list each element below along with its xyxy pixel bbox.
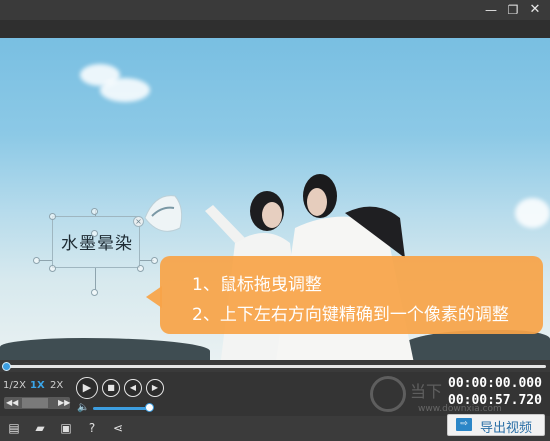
- frame-back-icon[interactable]: ◀◀: [6, 397, 18, 409]
- timeline-track[interactable]: [6, 365, 546, 368]
- resize-handle-top[interactable]: [91, 208, 98, 215]
- handle-line-left: [38, 260, 52, 261]
- document-icon[interactable]: ▤: [6, 420, 22, 436]
- callout-line-arrow-keys: 2、上下左右方向键精确到一个像素的调整: [192, 305, 509, 325]
- frame-forward-icon[interactable]: ▶▶: [58, 397, 70, 409]
- export-video-label: 导出视频: [480, 421, 533, 436]
- speed-half-button[interactable]: 1/2X: [3, 380, 26, 391]
- resize-handle-left[interactable]: [33, 257, 40, 264]
- rock-silhouette: [0, 338, 210, 360]
- share-icon[interactable]: ⋖: [110, 420, 126, 436]
- text-overlay-box[interactable]: 水墨晕染: [52, 216, 140, 268]
- timeline-bar[interactable]: [0, 360, 550, 372]
- resize-handle-bottom-left[interactable]: [49, 265, 56, 272]
- help-icon[interactable]: ?: [84, 420, 100, 436]
- resize-handle-right[interactable]: [151, 257, 158, 264]
- speed-1x-button[interactable]: 1X: [30, 380, 45, 391]
- overlay-close-icon[interactable]: ×: [133, 216, 144, 227]
- cloud: [515, 198, 550, 228]
- rotate-handle[interactable]: [91, 230, 98, 237]
- watermark-text: 当下: [410, 382, 443, 401]
- video-preview[interactable]: 1、鼠标拖曳调整 2、上下左右方向键精确到一个像素的调整: [0, 38, 550, 360]
- handle-line-bottom: [95, 268, 96, 290]
- export-icon: ⇨: [456, 418, 472, 431]
- stop-button[interactable]: ■: [102, 379, 120, 397]
- folder-open-icon[interactable]: ▰: [32, 420, 48, 436]
- watermark-logo: [370, 376, 406, 412]
- next-frame-button[interactable]: ▶: [146, 379, 164, 397]
- current-time: 00:00:00.000: [448, 376, 542, 391]
- minimize-icon[interactable]: —: [482, 2, 500, 18]
- frame-step-display: [22, 398, 48, 408]
- export-video-button[interactable]: ⇨ 导出视频: [447, 414, 545, 436]
- resize-handle-top-left[interactable]: [49, 213, 56, 220]
- video-editor-window: — ❐ ✕ 1、鼠标拖曳调整 2、上下左右方向键精确到一个像素的调整 水墨晕染 …: [0, 0, 550, 441]
- speed-2x-button[interactable]: 2X: [50, 380, 63, 391]
- resize-handle-bottom[interactable]: [91, 289, 98, 296]
- previous-frame-button[interactable]: ◀: [124, 379, 142, 397]
- callout-pointer: [146, 286, 162, 308]
- cloud: [100, 78, 150, 102]
- save-icon[interactable]: ▣: [58, 420, 74, 436]
- timeline-playhead[interactable]: [2, 362, 11, 371]
- play-button[interactable]: ▶: [76, 377, 98, 399]
- watermark-url: www.downxia.com: [418, 404, 502, 414]
- volume-slider-knob[interactable]: [145, 403, 154, 412]
- close-icon[interactable]: ✕: [526, 2, 544, 18]
- resize-handle-bottom-right[interactable]: [137, 265, 144, 272]
- callout-line-drag: 1、鼠标拖曳调整: [192, 275, 322, 295]
- restore-icon[interactable]: ❐: [504, 2, 522, 18]
- volume-icon[interactable]: 🔈: [77, 402, 89, 413]
- fan-prop: [144, 195, 183, 232]
- volume-slider[interactable]: [93, 407, 149, 410]
- title-bar: — ❐ ✕: [0, 0, 550, 20]
